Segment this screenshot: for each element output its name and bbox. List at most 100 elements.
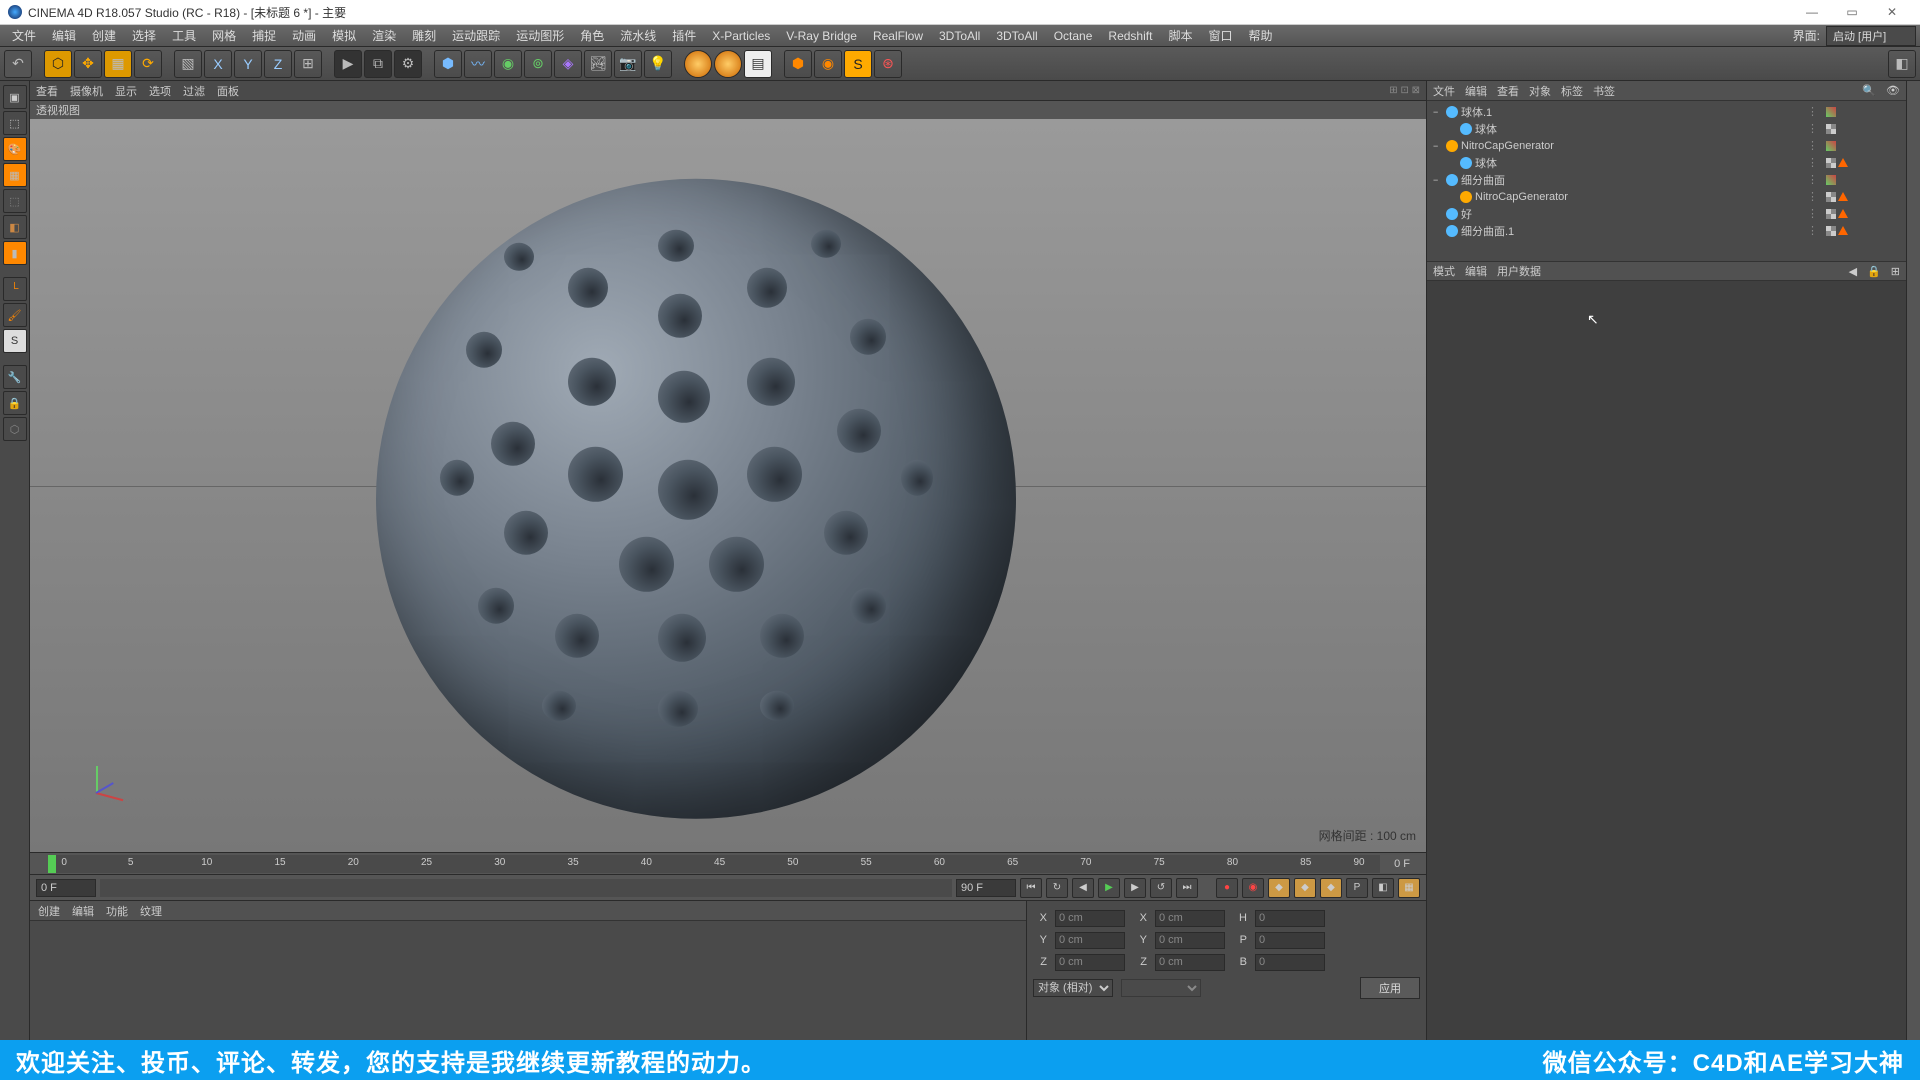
rot-h-field[interactable] <box>1255 910 1325 927</box>
menu-mograph[interactable]: 运动图形 <box>508 27 572 44</box>
spline-icon[interactable]: 〰 <box>464 50 492 78</box>
pos-y-field[interactable] <box>1055 932 1125 949</box>
visibility-dots[interactable]: ⋮ <box>1807 156 1823 169</box>
obj-tab-file[interactable]: 文件 <box>1433 83 1455 99</box>
tag-layer-icon[interactable] <box>1826 175 1836 185</box>
expand-icon[interactable]: − <box>1433 107 1443 117</box>
edge-mode-icon[interactable]: ◧ <box>3 215 27 239</box>
menu-edit[interactable]: 编辑 <box>44 27 84 44</box>
menu-sculpt[interactable]: 雕刻 <box>404 27 444 44</box>
coord-size-dropdown[interactable] <box>1121 979 1201 997</box>
object-name[interactable]: NitroCapGenerator <box>1475 191 1804 203</box>
menu-render[interactable]: 渲染 <box>364 27 404 44</box>
key-scale-icon[interactable]: ◆ <box>1294 878 1316 898</box>
attr-lock-icon[interactable]: 🔒 <box>1867 265 1881 278</box>
key-param-icon[interactable]: P <box>1346 878 1368 898</box>
menu-snap[interactable]: 捕捉 <box>244 27 284 44</box>
light-icon[interactable]: 💡 <box>644 50 672 78</box>
tag-mat-icon[interactable] <box>1826 209 1836 219</box>
vp-tab-filter[interactable]: 过滤 <box>183 83 205 99</box>
tag-warn-icon[interactable] <box>1838 209 1848 218</box>
object-name[interactable]: 球体 <box>1475 121 1804 137</box>
loop-button[interactable]: ↻ <box>1046 878 1068 898</box>
render-region-icon[interactable]: ⧉ <box>364 50 392 78</box>
key-pos-icon[interactable]: ◆ <box>1268 878 1290 898</box>
key-all-icon[interactable]: ▦ <box>1398 878 1420 898</box>
workplane-icon[interactable]: ▦ <box>3 163 27 187</box>
siz-y-field[interactable] <box>1155 932 1225 949</box>
func1-icon[interactable]: 🔧 <box>3 365 27 389</box>
mat-tab-edit[interactable]: 编辑 <box>72 903 94 919</box>
obj-tab-bookmark[interactable]: 书签 <box>1593 83 1615 99</box>
tag-mat-icon[interactable] <box>1826 226 1836 236</box>
sphere-orange2-icon[interactable] <box>714 50 742 78</box>
tree-row[interactable]: 细分曲面.1⋮ <box>1427 222 1906 239</box>
tree-row[interactable]: −球体.1⋮ <box>1427 103 1906 120</box>
prev-frame-button[interactable]: ◀ <box>1072 878 1094 898</box>
menu-plugins[interactable]: 插件 <box>664 27 704 44</box>
menu-xparticles[interactable]: X-Particles <box>704 29 778 43</box>
tag-layer-icon[interactable] <box>1826 141 1836 151</box>
tag-warn-icon[interactable] <box>1838 158 1848 167</box>
obj-tab-edit[interactable]: 编辑 <box>1465 83 1487 99</box>
misc3-icon[interactable]: S <box>844 50 872 78</box>
play-button[interactable]: ▶ <box>1098 878 1120 898</box>
menu-create[interactable]: 创建 <box>84 27 124 44</box>
tree-row[interactable]: 球体⋮ <box>1427 154 1906 171</box>
func2-icon[interactable]: 🔒 <box>3 391 27 415</box>
vp-tab-camera[interactable]: 摄像机 <box>70 83 103 99</box>
cube-icon[interactable]: ⬢ <box>434 50 462 78</box>
camera-icon[interactable]: 📷 <box>614 50 642 78</box>
visibility-dots[interactable]: ⋮ <box>1807 224 1823 237</box>
next-frame-button[interactable]: ▶ <box>1124 878 1146 898</box>
deformer-icon[interactable]: ◈ <box>554 50 582 78</box>
vp-tab-panel[interactable]: 面板 <box>217 83 239 99</box>
obj-search-icon[interactable]: 🔍 <box>1862 84 1876 97</box>
visibility-dots[interactable]: ⋮ <box>1807 122 1823 135</box>
mat-tab-func[interactable]: 功能 <box>106 903 128 919</box>
obj-tab-view[interactable]: 查看 <box>1497 83 1519 99</box>
object-name[interactable]: 细分曲面 <box>1461 172 1804 188</box>
rotate-icon[interactable]: ⟳ <box>134 50 162 78</box>
obj-view-icon[interactable]: 👁 <box>1886 84 1900 97</box>
tree-row[interactable]: −细分曲面⋮ <box>1427 171 1906 188</box>
rot-b-field[interactable] <box>1255 954 1325 971</box>
menu-file[interactable]: 文件 <box>4 27 44 44</box>
object-name[interactable]: NitroCapGenerator <box>1461 140 1804 152</box>
tree-row[interactable]: 球体⋮ <box>1427 120 1906 137</box>
object-name[interactable]: 细分曲面.1 <box>1461 223 1804 239</box>
tag-layer-icon[interactable] <box>1826 107 1836 117</box>
coord-system-icon[interactable]: ⊞ <box>294 50 322 78</box>
point-mode-icon[interactable]: ⬚ <box>3 189 27 213</box>
obj-tab-tags[interactable]: 标签 <box>1561 83 1583 99</box>
menu-3dtoall[interactable]: 3DToAll <box>931 29 988 43</box>
tree-row[interactable]: NitroCapGenerator⋮ <box>1427 188 1906 205</box>
pos-x-field[interactable] <box>1055 910 1125 927</box>
generator-icon[interactable]: ⊚ <box>524 50 552 78</box>
x-axis-icon[interactable]: X <box>204 50 232 78</box>
visibility-dots[interactable]: ⋮ <box>1807 190 1823 203</box>
attr-back-icon[interactable]: ◀ <box>1849 265 1857 278</box>
tag-warn-icon[interactable] <box>1838 192 1848 201</box>
visibility-dots[interactable]: ⋮ <box>1807 207 1823 220</box>
menu-tools[interactable]: 工具 <box>164 27 204 44</box>
render-settings-icon[interactable]: ⚙ <box>394 50 422 78</box>
pos-z-field[interactable] <box>1055 954 1125 971</box>
tree-row[interactable]: 好⋮ <box>1427 205 1906 222</box>
nurbs-icon[interactable]: ◉ <box>494 50 522 78</box>
menu-select[interactable]: 选择 <box>124 27 164 44</box>
close-button[interactable]: ✕ <box>1872 2 1912 22</box>
maximize-button[interactable]: ▭ <box>1832 2 1872 22</box>
z-axis-icon[interactable]: Z <box>264 50 292 78</box>
start-frame-field[interactable] <box>36 879 96 897</box>
undo-button[interactable]: ↶ <box>4 50 32 78</box>
environment-icon[interactable]: 🏞 <box>584 50 612 78</box>
paint-icon[interactable]: 🖌 <box>3 303 27 327</box>
menu-track[interactable]: 运动跟踪 <box>444 27 508 44</box>
object-name[interactable]: 好 <box>1461 206 1804 222</box>
toolbar-end-icon[interactable]: ◧ <box>1888 50 1916 78</box>
scale-icon[interactable]: ▦ <box>104 50 132 78</box>
visibility-dots[interactable]: ⋮ <box>1807 173 1823 186</box>
key-sel-icon[interactable]: ◧ <box>1372 878 1394 898</box>
snap-icon[interactable]: S <box>3 329 27 353</box>
